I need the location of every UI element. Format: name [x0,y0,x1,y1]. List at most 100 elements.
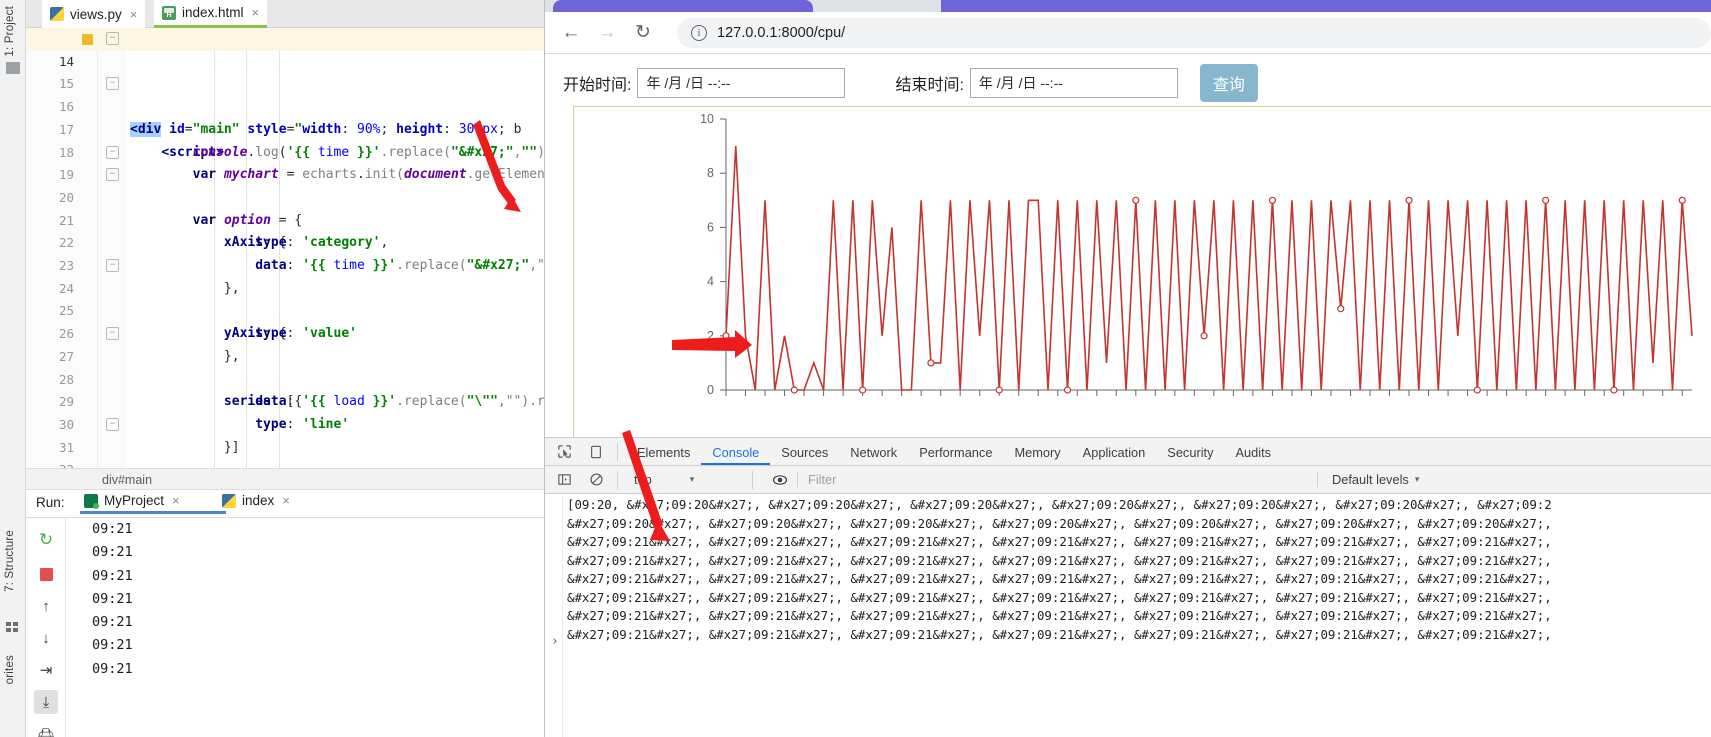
intellij-run-icon [84,493,99,509]
line-number: 32 [26,459,74,468]
editor-tab-views-py[interactable]: views.py × [42,0,146,28]
fold-icon[interactable]: − [106,327,119,341]
down-arrow-icon[interactable]: ↓ [34,626,58,650]
scroll-to-end-icon[interactable]: ⤓ [34,690,58,714]
screen-root: 1: Project 7: Structure orites views.py … [0,0,1711,737]
end-time-input[interactable]: 年 /月 /日 --:-- [969,68,1178,98]
code-line[interactable]: 21 type: 'category', [26,187,544,251]
tab-sources[interactable]: Sources [770,438,839,465]
run-output-line: 09:21 [92,660,133,677]
code-line[interactable]: 32 mychart.setOption(option) [26,437,544,468]
browser-tab-active[interactable] [553,0,813,12]
run-output-line: 09:21 [92,637,133,654]
site-info-icon[interactable]: i [691,24,707,41]
project-folder-icon[interactable] [6,62,20,74]
run-tab-bar: Run: MyProject × index × [26,490,544,518]
fold-icon[interactable]: − [106,77,119,91]
live-expression-icon[interactable] [767,467,793,493]
editor-tab-index-html[interactable]: index.html × [154,0,268,28]
code-line[interactable]: 16 − <script> [26,73,544,160]
close-icon[interactable]: × [130,7,138,22]
html-file-icon [162,5,176,20]
reload-icon[interactable]: ↻ [627,17,659,49]
close-icon[interactable]: × [252,5,260,20]
code-line[interactable]: 31 − }; [26,414,544,455]
chart-data-point [1678,196,1686,204]
console-line: [09:20, &#x27;09:20&#x27;, &#x27;09:20&#… [567,497,1552,512]
chart-data-point [1268,196,1277,204]
sidebar-item-project[interactable]: 1: Project [4,6,16,57]
tab-performance[interactable]: Performance [908,438,1003,465]
soft-wrap-icon[interactable]: ⇥ [34,658,58,682]
code-line[interactable]: 14 − <div id="main" style="width: 90%; h… [26,28,544,137]
sidebar-item-favorites[interactable]: orites [4,655,16,684]
tab-elements[interactable]: Elements [626,438,701,465]
code-editor[interactable]: 14 − <div id="main" style="width: 90%; h… [26,28,544,468]
code-line[interactable]: 20 − xAxis: { [26,164,544,250]
address-bar[interactable]: i 127.0.0.1:8000/cpu/ [677,17,1711,48]
close-icon[interactable]: × [172,493,180,508]
code-line[interactable]: 24 − yAxis: { [26,255,544,341]
chart-data-point [1063,386,1072,394]
code-line[interactable]: 22 data: '{{ time }}'.replace("&#x27;","… [26,210,544,273]
tab-memory[interactable]: Memory [1003,438,1071,465]
console-filter-input[interactable]: Filter [797,472,1317,487]
clear-console-icon[interactable] [583,467,609,493]
start-time-input[interactable]: 年 /月 /日 --:-- [637,68,846,98]
fold-icon[interactable]: − [106,145,119,159]
code-line[interactable]: 18 var mychart = echarts.init(document.g… [26,119,544,183]
code-line[interactable]: 28 data: '{{ load }}'.replace("\"","").r… [26,346,544,410]
tab-security[interactable]: Security [1156,438,1224,465]
run-tab-label: index [242,493,275,508]
code-line[interactable]: 26 }, [26,300,544,364]
run-window-label: Run: [36,495,65,510]
tab-application[interactable]: Application [1072,438,1157,465]
chart-data-point [927,359,935,367]
inspect-element-icon[interactable] [551,439,577,465]
console-line: &#x27;09:21&#x27;, &#x27;09:21&#x27;, &#… [567,608,1552,623]
rerun-icon[interactable]: ↻ [34,528,58,552]
python-icon [222,493,236,508]
run-tab-myproject[interactable]: MyProject × [80,493,226,514]
fold-icon[interactable]: − [106,32,119,45]
console-sidebar-icon[interactable] [551,467,577,493]
code-line[interactable]: 17 console.log('{{ time }}'.replace("&#x… [26,96,544,160]
back-icon[interactable]: ← [555,17,587,49]
stop-icon[interactable] [34,562,58,586]
query-button[interactable]: 查询 [1199,64,1258,102]
run-output-line: 09:21 [92,521,133,537]
chart-data-point [722,332,730,340]
forward-icon[interactable]: → [591,17,623,49]
tab-network[interactable]: Network [839,438,908,465]
close-icon[interactable]: × [282,493,290,508]
fold-icon[interactable]: − [106,417,119,431]
code-line[interactable]: 15 [26,51,544,91]
code-line[interactable]: 23 }, [26,232,544,296]
console-log-levels-select[interactable]: Default levels ▾ [1317,472,1419,487]
code-line[interactable]: 27 − series: [{ [26,323,544,409]
tab-audits[interactable]: Audits [1225,438,1283,465]
run-tool-window: Run: MyProject × index × ↻ ↑ ↓ ⇥ ⤓ 🖨 09:… [26,490,544,737]
bookmark-icon[interactable] [82,34,93,45]
sidebar-item-structure[interactable]: 7: Structure [4,530,16,592]
devtools-panel: Elements Console Sources Network Perform… [545,437,1711,737]
code-line[interactable]: 30 }] [26,391,544,455]
browser-tab-strip [545,0,1711,12]
fold-icon[interactable]: − [106,168,119,182]
run-output: 09:21 09:21 09:21 09:21 09:21 09:21 09:2… [72,518,544,737]
code-line[interactable]: 25 type: 'value' [26,278,544,341]
console-input-prompt[interactable]: › [551,634,559,649]
execution-context-select[interactable]: top ▾ [626,472,744,487]
tab-console[interactable]: Console [701,438,771,465]
browser-toolbar: ← → ↻ i 127.0.0.1:8000/cpu/ [545,12,1711,54]
echarts-container[interactable]: 0 2 4 6 8 10 [573,106,1711,437]
code-line[interactable]: 19 − var option = { [26,142,544,228]
device-toolbar-icon[interactable] [583,439,609,465]
run-tab-index[interactable]: index × [222,493,290,508]
code-line[interactable]: 29 type: 'line' [26,369,544,432]
ide-tool-window-bar: 1: Project 7: Structure orites [0,0,26,737]
console-output-area[interactable]: [09:20, &#x27;09:20&#x27;, &#x27;09:20&#… [545,494,1711,737]
fold-icon[interactable]: − [106,259,119,272]
print-icon[interactable]: 🖨 [34,724,58,737]
up-arrow-icon[interactable]: ↑ [34,594,58,618]
